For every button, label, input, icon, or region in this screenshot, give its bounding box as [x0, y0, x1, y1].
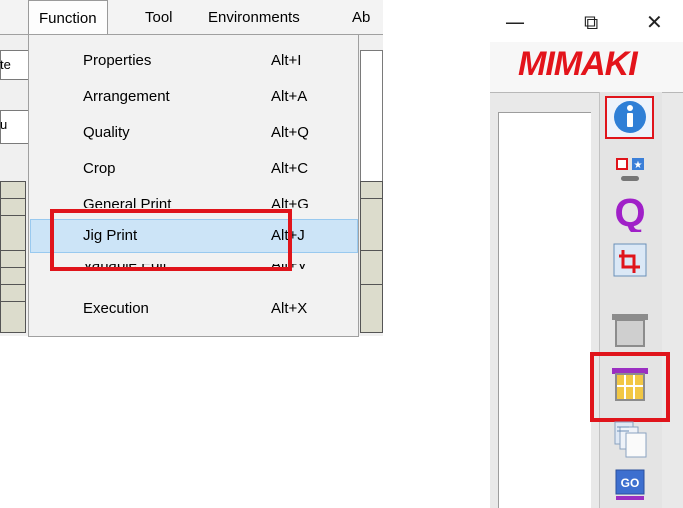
arrangement-button[interactable]: ★ [603, 144, 655, 188]
menu-item-execution[interactable]: Execution Alt+X [30, 292, 358, 327]
general-print-button[interactable] [603, 308, 655, 352]
grid-line [360, 250, 383, 251]
background-grid [0, 181, 26, 333]
restore-icon[interactable]: ⧉ [584, 10, 598, 34]
menu-item-label: General Print [83, 196, 172, 208]
menu-item-label: Properties [83, 52, 152, 69]
background-grid [360, 181, 383, 333]
menubar: Function Tool Environments Ab [0, 0, 383, 34]
go-execution-icon: GO [615, 469, 645, 500]
grid-line [360, 198, 383, 199]
variable-edit-button[interactable] [603, 414, 655, 458]
mimaki-logo: MIMAKI [518, 45, 638, 83]
info-icon [605, 96, 654, 139]
menu-item-label: Arrangement [83, 88, 170, 105]
grid-line [0, 250, 26, 251]
menu-item-label: Crop [83, 160, 116, 177]
grid-line [0, 215, 26, 216]
jig-print-highlight [50, 209, 292, 271]
menu-item-arrangement[interactable]: Arrangement Alt+A [30, 80, 358, 115]
menu-item-shortcut: Alt+Q [271, 124, 309, 141]
grid-line [0, 301, 26, 302]
grid-line [0, 198, 26, 199]
grid-line [0, 267, 26, 268]
menu-item-shortcut: Alt+I [271, 52, 302, 69]
svg-text:Q: Q [614, 191, 645, 232]
grid-line [360, 284, 383, 285]
variable-edit-icon [614, 421, 647, 458]
background-text: u [0, 117, 8, 132]
svg-text:★: ★ [634, 160, 643, 171]
crop-button[interactable] [603, 236, 655, 280]
function-dropdown: Properties Alt+I Arrangement Alt+A Quali… [28, 35, 359, 337]
menu-about[interactable]: Ab [352, 9, 383, 26]
menu-item-label: Quality [83, 124, 130, 141]
grid-line [0, 284, 26, 285]
general-print-icon [612, 314, 648, 347]
minimize-icon[interactable]: — [505, 10, 525, 34]
menu-item-general-print[interactable]: General Print Alt+G [30, 188, 358, 208]
info-button[interactable] [603, 96, 655, 140]
background-text: te [0, 57, 11, 72]
menu-item-shortcut: Alt+C [271, 160, 309, 177]
menu-item-quality[interactable]: Quality Alt+Q [30, 116, 358, 151]
menu-item-shortcut: Alt+X [271, 300, 308, 317]
close-icon[interactable]: ✕ [646, 10, 663, 34]
menu-item-label: Execution [83, 300, 149, 317]
menu-item-shortcut: Alt+A [271, 88, 308, 105]
menu-item-properties[interactable]: Properties Alt+I [30, 44, 358, 79]
quality-button[interactable]: Q [603, 188, 655, 232]
canvas-area [498, 112, 591, 508]
menu-item-crop[interactable]: Crop Alt+C [30, 152, 358, 187]
layout-icon: ★ [616, 158, 644, 181]
crop-icon [613, 243, 647, 277]
quality-q-icon: Q [614, 191, 645, 232]
svg-text:GO: GO [621, 476, 640, 490]
execution-button[interactable]: GO [603, 464, 655, 508]
menu-environments[interactable]: Environments [208, 9, 300, 26]
menu-tool[interactable]: Tool [145, 9, 173, 26]
jig-print-toolbar-highlight [590, 352, 670, 422]
menu-function[interactable]: Function [28, 0, 108, 34]
menu-item-shortcut: Alt+G [271, 196, 309, 208]
